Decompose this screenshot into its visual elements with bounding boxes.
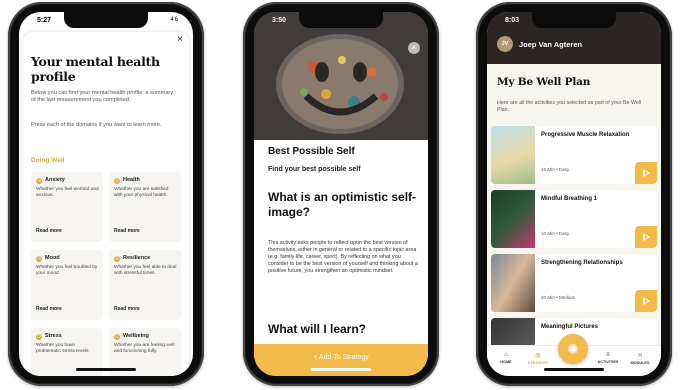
- domain-name: Anxiety: [45, 177, 65, 183]
- read-more-link[interactable]: Read more: [114, 228, 140, 234]
- section-heading: What will I learn?: [268, 322, 367, 336]
- activity-card[interactable]: Strengthening Relationships 20 Min • Med…: [491, 254, 657, 312]
- domain-name: Mood: [45, 255, 60, 261]
- nav-home[interactable]: ⌂ HOME: [491, 352, 521, 364]
- activity-description: This activity asks people to reflect upo…: [268, 240, 418, 274]
- domain-name: Wellbeing: [123, 333, 149, 339]
- nav-label: HOME: [500, 360, 512, 364]
- target-icon: ◎: [535, 353, 541, 359]
- activity-title: Strengthening Relationships: [541, 260, 623, 266]
- user-name: Joep Van Agteren: [519, 40, 583, 49]
- play-icon[interactable]: [635, 162, 657, 184]
- activity-card[interactable]: Mindful Breathing 1 10 Min • Easy: [491, 190, 657, 248]
- activity-card[interactable]: Progressive Muscle Relaxation 15 Min • E…: [491, 126, 657, 184]
- phone-mental-health-profile: 5:27 46 × Your mental health profile Bel…: [8, 2, 204, 386]
- section-heading: What is an optimistic self-image?: [268, 190, 417, 219]
- read-more-link[interactable]: Read more: [114, 306, 140, 312]
- domain-text: Whether you feel worried and anxious.: [36, 187, 99, 198]
- page-title: My Be Well Plan: [497, 76, 591, 88]
- read-more-link[interactable]: Read more: [36, 228, 62, 234]
- activity-meta: 15 Min • Easy: [541, 167, 570, 172]
- smile-icon: [36, 255, 42, 263]
- nav-label: STRATEGY: [527, 361, 549, 365]
- smile-icon: [114, 333, 120, 341]
- status-time: 3:50: [272, 17, 287, 24]
- list-icon: ≡: [606, 352, 610, 358]
- instruction-text: Press each of the domains if you want to…: [31, 122, 162, 128]
- activity-title: Best Possible Self: [268, 146, 355, 157]
- screen: 3:50 × Best Possible Self Find your best…: [254, 12, 428, 376]
- smile-icon: [36, 333, 42, 341]
- grid-icon: ⁙: [637, 353, 643, 359]
- smile-icon: [114, 255, 120, 263]
- activity-title: Mindful Breathing 1: [541, 196, 597, 202]
- status-time: 5:27: [37, 17, 52, 24]
- nav-modules[interactable]: ⁙ MODULES: [625, 352, 655, 365]
- phone-be-well-plan: 8:03 JV Joep Van Agteren My Be Well Plan…: [476, 2, 672, 386]
- activity-meta: 10 Min • Easy: [541, 231, 570, 236]
- domain-name: Resilience: [123, 255, 151, 261]
- status-signal: 46: [170, 17, 179, 23]
- activity-thumbnail: [491, 190, 535, 248]
- domain-text: Whether you have problematic stress leve…: [36, 343, 89, 354]
- activity-subtitle: Find your best possible self: [268, 166, 361, 173]
- home-indicator[interactable]: [311, 368, 371, 371]
- page-subtitle: Here are all the activities you selected…: [497, 100, 642, 113]
- close-icon[interactable]: ×: [177, 34, 183, 45]
- read-more-link[interactable]: Read more: [36, 306, 62, 312]
- nav-label: ACTIVITIES: [597, 360, 619, 364]
- domain-card-health[interactable]: Health Whether you are satisfied with yo…: [109, 172, 181, 242]
- domain-text: Whether you are feeling well and functio…: [114, 343, 175, 354]
- screen: 8:03 JV Joep Van Agteren My Be Well Plan…: [487, 12, 661, 376]
- avatar[interactable]: JV: [497, 36, 513, 52]
- domain-text: Whether you are satisfied with your phys…: [114, 187, 169, 198]
- phone-best-possible-self: 3:50 × Best Possible Self Find your best…: [243, 2, 439, 386]
- activity-thumbnail: [491, 254, 535, 312]
- nav-activities[interactable]: ≡ ACTIVITIES: [593, 352, 623, 364]
- nav-label: MODULES: [630, 361, 650, 365]
- activity-title: Meaningful Pictures: [541, 324, 599, 330]
- screen: 5:27 46 × Your mental health profile Bel…: [19, 12, 193, 376]
- intro-text: Below you can find your mental health pr…: [31, 90, 174, 103]
- domain-card-resilience[interactable]: Resilience Whether you feel able to deal…: [109, 250, 181, 320]
- add-to-strategy-button[interactable]: + Add To Strategy: [254, 344, 428, 376]
- domain-name: Stress: [45, 333, 62, 339]
- home-indicator[interactable]: [544, 368, 604, 371]
- activity-meta: 20 Min • Medium: [541, 295, 576, 300]
- domain-name: Health: [123, 177, 140, 183]
- activity-title: Progressive Muscle Relaxation: [541, 132, 630, 138]
- status-time: 8:03: [505, 17, 520, 24]
- smile-icon: [36, 177, 42, 185]
- domain-card-anxiety[interactable]: Anxiety Whether you feel worried and anx…: [31, 172, 103, 242]
- nav-strategy[interactable]: ◎ STRATEGY: [523, 352, 553, 365]
- section-heading: Doing Well: [31, 157, 65, 164]
- play-icon[interactable]: [635, 226, 657, 248]
- play-icon[interactable]: [635, 290, 657, 312]
- close-icon[interactable]: ×: [408, 42, 420, 54]
- sun-fab-button[interactable]: ✺: [558, 334, 588, 364]
- page-title: Your mental health profile: [31, 54, 160, 84]
- home-indicator[interactable]: [76, 368, 136, 371]
- domain-text: Whether you feel troubled by your mood.: [36, 265, 98, 276]
- smile-icon: [114, 177, 120, 185]
- hero-image-smiley: [254, 12, 428, 140]
- domain-text: Whether you feel able to deal with stres…: [114, 265, 177, 276]
- home-icon: ⌂: [504, 352, 508, 358]
- activity-thumbnail: [491, 126, 535, 184]
- domain-card-mood[interactable]: Mood Whether you feel troubled by your m…: [31, 250, 103, 320]
